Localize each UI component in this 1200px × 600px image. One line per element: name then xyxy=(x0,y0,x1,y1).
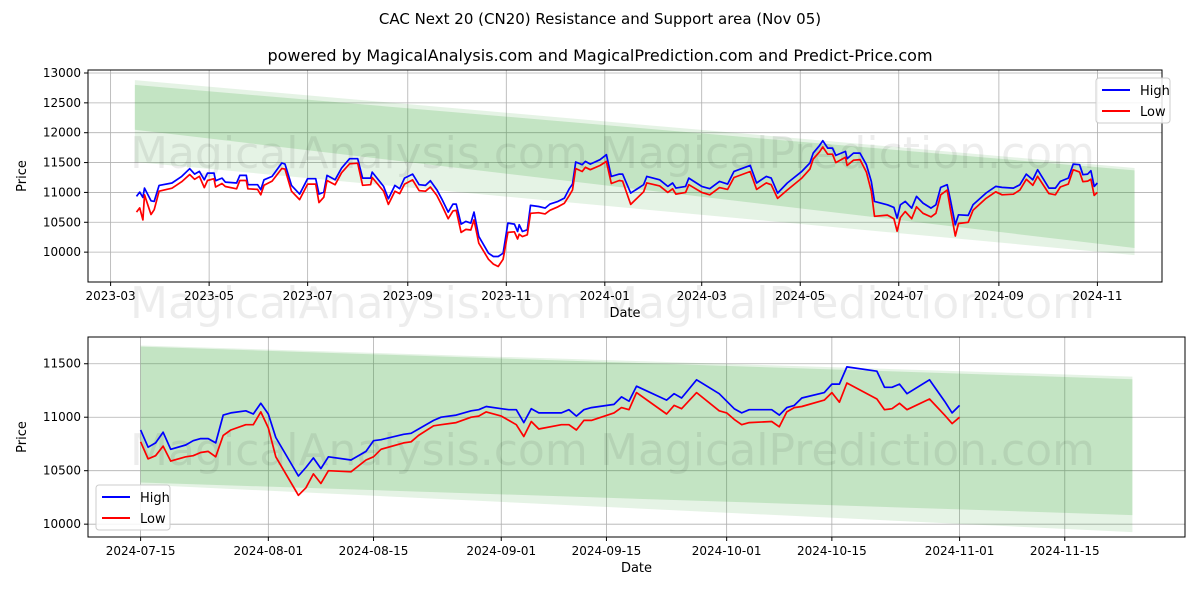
legend: High Low xyxy=(95,484,171,531)
watermark-text: MagicalAnalysis.com xyxy=(130,425,588,476)
y-tick-label: 11000 xyxy=(43,185,81,199)
x-tick-label: 2024-09-15 xyxy=(572,544,642,558)
watermark-text: MagicalPrediction.com xyxy=(600,278,1095,329)
watermark-text: MagicalAnalysis.com xyxy=(130,278,588,329)
x-tick-label: 2024-07-15 xyxy=(106,544,176,558)
legend-label-low: Low xyxy=(140,512,166,527)
chart-2: 2024-07-15 2024-08-01 2024-08-15 2024-09-01… xyxy=(15,336,1186,576)
y-tick-label: 11500 xyxy=(43,156,81,170)
y-tick-label: 10500 xyxy=(43,215,81,229)
y-tick-label: 12500 xyxy=(43,96,81,110)
chart-1: 2023-03 2023-05 2023-07 2023-09 2023-11 2024-… xyxy=(15,66,1171,329)
x-tick-label: 2024-11-15 xyxy=(1030,544,1100,558)
y-tick-label: 12000 xyxy=(43,126,81,140)
x-axis-label: Date xyxy=(609,306,640,321)
y-tick-label: 11000 xyxy=(43,410,81,424)
y-tick-label: 10000 xyxy=(43,517,81,531)
x-tick-label: 2024-10-01 xyxy=(692,544,762,558)
y-axis-label: Price xyxy=(15,160,30,192)
y-tick-label: 13000 xyxy=(43,66,81,80)
y-tick-label: 10000 xyxy=(43,245,81,259)
x-tick-label: 2023-03 xyxy=(86,289,136,303)
charts-canvas: 2023-03 2023-05 2023-07 2023-09 2023-11 2024-… xyxy=(15,66,1186,576)
y-tick-label: 11500 xyxy=(43,357,81,371)
legend-label-high: High xyxy=(140,491,170,506)
x-tick-label: 2024-08-15 xyxy=(339,544,409,558)
legend-label-low: Low xyxy=(1140,105,1166,120)
watermark-text: MagicalPrediction.com xyxy=(600,425,1095,476)
watermark-text: MagicalPrediction.com xyxy=(600,128,1095,179)
legend: High Low xyxy=(1095,77,1171,124)
y-tick-label: 10500 xyxy=(43,464,81,478)
x-tick-label: 2024-09-01 xyxy=(466,544,536,558)
x-axis-label: Date xyxy=(621,561,652,576)
x-tick-label: 2024-08-01 xyxy=(233,544,303,558)
x-tick-label: 2024-10-15 xyxy=(797,544,867,558)
x-tick-label: 2024-11-01 xyxy=(925,544,995,558)
y-axis-label: Price xyxy=(15,421,30,453)
legend-label-high: High xyxy=(1140,84,1170,99)
